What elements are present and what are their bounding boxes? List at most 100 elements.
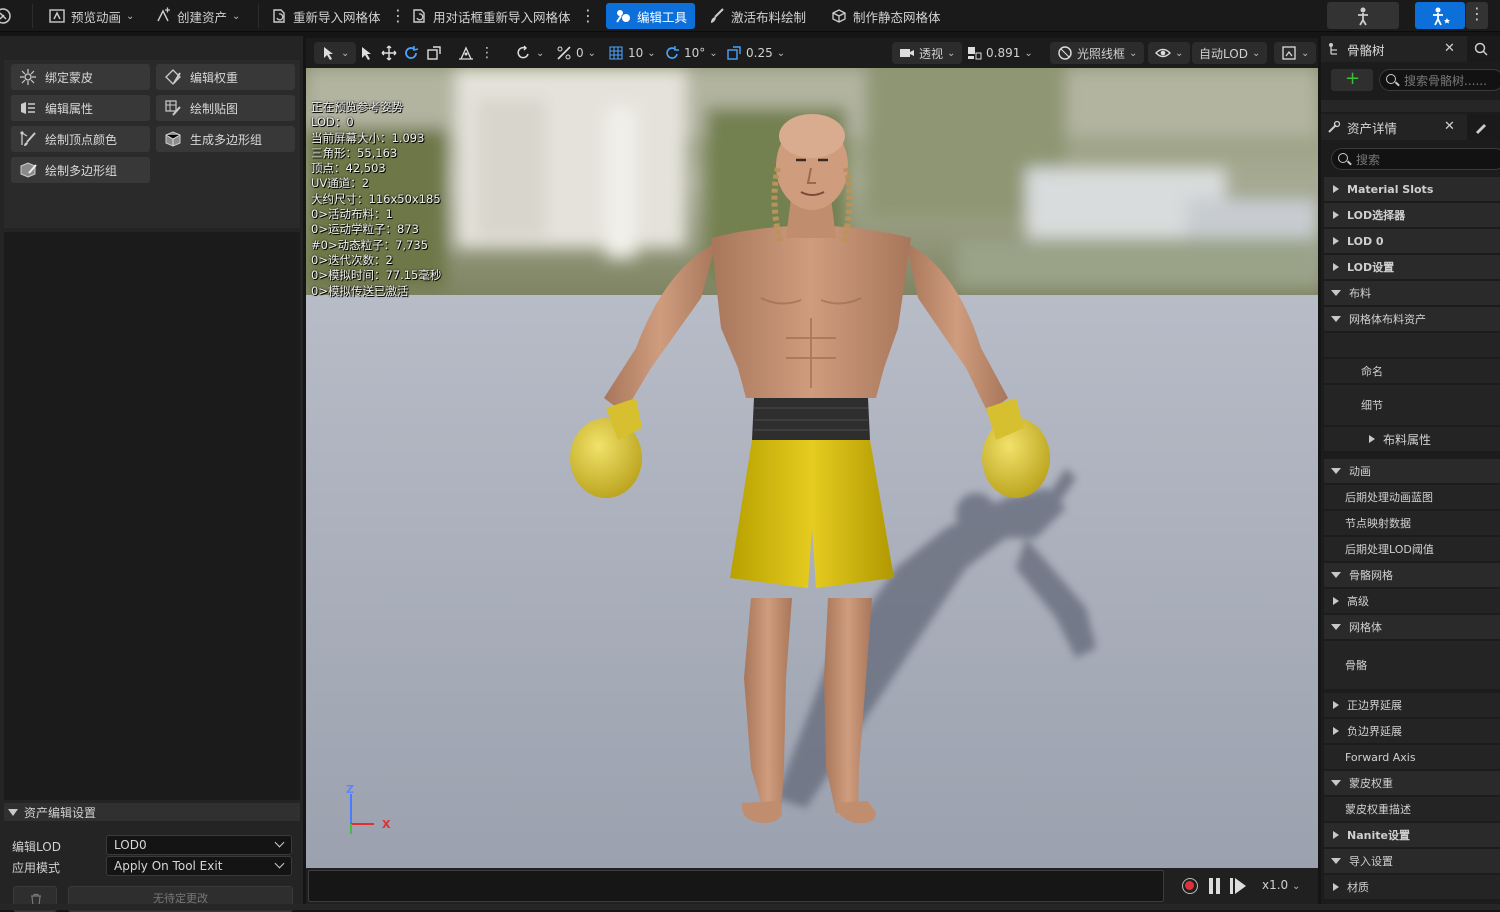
reimport-mesh-label: 重新导入网格体	[293, 9, 381, 25]
row-negative-bounds-extension[interactable]: 负边界延展	[1324, 719, 1500, 743]
view-mode-dropdown[interactable]: 透视 ⌄	[892, 42, 963, 64]
tab-asset-details[interactable]: 资产详情	[1327, 114, 1397, 140]
generate-polygroups-label: 生成多边形组	[190, 132, 263, 147]
mesh-mode-button[interactable]	[1415, 2, 1465, 29]
edit-attributes-button[interactable]: 编辑属性	[11, 95, 150, 121]
make-static-mesh-button[interactable]: 制作静态网格体	[830, 3, 941, 29]
row-animation[interactable]: 动画	[1324, 459, 1500, 483]
translate-tool-icon[interactable]	[381, 42, 397, 64]
row-details[interactable]: 细节	[1324, 385, 1500, 425]
close-icon[interactable]: ✕	[1444, 41, 1455, 56]
row-skeletal-mesh[interactable]: 骨骼网格	[1324, 563, 1500, 587]
lighting-mode-dropdown[interactable]: 光照线框 ⌄	[1050, 42, 1145, 64]
rotate-tool-icon[interactable]	[403, 42, 419, 64]
row-mesh[interactable]: 网格体	[1324, 615, 1500, 639]
playback-speed-dropdown[interactable]: x1.0 ⌄	[1262, 878, 1300, 892]
panel-splitter[interactable]	[1321, 100, 1500, 112]
row-cloth-config[interactable]: 布料属性	[1324, 427, 1500, 451]
skeleton-search-input[interactable]: 搜索骨骼树......	[1379, 69, 1500, 91]
lod-dropdown[interactable]: 自动LOD ⌄	[1192, 42, 1268, 64]
asset-edit-settings-header[interactable]: 资产编辑设置	[4, 803, 300, 821]
angle-snap-dropdown[interactable]: 10° ⌄	[664, 42, 718, 64]
row-clothing-asset-entry[interactable]	[1324, 333, 1500, 357]
row-advanced[interactable]: 高级	[1324, 589, 1500, 613]
row-name[interactable]: 命名	[1324, 359, 1500, 383]
skeleton-mode-icon	[1358, 7, 1368, 26]
scene-view[interactable]: Z X 正在预览参考姿势 LOD：0 当前屏幕大小：1.093 三角形：55,1…	[306, 68, 1318, 868]
timeline-scrub-area[interactable]	[308, 870, 1164, 902]
select-tool-icon[interactable]	[358, 42, 374, 64]
tab-skeleton-tree[interactable]: 骨骼树	[1327, 36, 1385, 62]
paint-polygroups-button[interactable]: 绘制多边形组	[11, 157, 150, 183]
select-mode-dropdown[interactable]: ⌄	[314, 42, 357, 64]
paint-vertex-color-button[interactable]: 绘制顶点颜色	[11, 126, 150, 152]
row-skin-weight-profiles[interactable]: 蒙皮权重描述	[1324, 797, 1500, 821]
row-nanite-settings[interactable]: Nanite设置	[1324, 823, 1500, 847]
scale-tool-icon[interactable]	[426, 42, 442, 64]
row-skin-weights[interactable]: 蒙皮权重	[1324, 771, 1500, 795]
edit-tools-button[interactable]: 编辑工具	[606, 3, 696, 29]
row-lod0[interactable]: LOD 0	[1324, 229, 1500, 253]
scale-snap-icon	[727, 46, 741, 60]
scene-render	[306, 68, 1318, 868]
row-lod-settings[interactable]: LOD设置	[1324, 255, 1500, 279]
tab-dock-neighbor[interactable]	[1467, 36, 1500, 62]
stat-line: 0>迭代次数：2	[311, 252, 393, 267]
layout-dropdown[interactable]: ⌄	[1274, 42, 1317, 64]
row-post-process-lod-threshold[interactable]: 后期处理LOD阈值	[1324, 537, 1500, 561]
paint-maps-button[interactable]: 绘制贴图	[156, 95, 295, 121]
edit-lod-select[interactable]: LOD0	[106, 835, 292, 855]
row-skeleton[interactable]: 骨骼	[1324, 641, 1500, 689]
play-icon	[1235, 878, 1246, 894]
edit-tools-label: 编辑工具	[637, 9, 688, 25]
generate-polygroups-button[interactable]: 生成多边形组	[156, 126, 295, 152]
grid-snap-dropdown[interactable]: 10 ⌄	[608, 42, 656, 64]
skeleton-tree-icon	[1329, 43, 1337, 55]
tab-dock-neighbor[interactable]	[1467, 114, 1500, 140]
bind-skin-button[interactable]: 绑定蒙皮	[11, 64, 150, 90]
row-mesh-clothing-assets[interactable]: 网格体布料资产	[1324, 307, 1500, 331]
screen-percentage-dropdown[interactable]: 0.891 ⌄	[966, 42, 1033, 64]
row-positive-bounds-extension[interactable]: 正边界延展	[1324, 693, 1500, 717]
row-materials[interactable]: 材质	[1324, 875, 1500, 899]
activate-cloth-paint-button[interactable]: 激活布料绘制	[708, 3, 806, 29]
apply-mode-select[interactable]: Apply On Tool Exit	[106, 856, 292, 876]
record-button[interactable]	[1182, 878, 1198, 894]
viewport-more-icon[interactable]: ⋮	[480, 42, 494, 64]
paint-polygroups-icon	[20, 162, 37, 178]
viewport[interactable]: ⌄ ⋮ ⌄ 0 ⌄ 10 ⌄ 10° ⌄ 0.25 ⌄ 透视 ⌄ 0.891 ⌄…	[306, 38, 1318, 904]
record-icon	[1185, 881, 1194, 890]
show-flags-dropdown[interactable]: ⌄	[1148, 42, 1191, 64]
more-options-icon[interactable]: ⋮	[580, 3, 596, 29]
mode-options-icon[interactable]: ⋮	[1466, 2, 1488, 29]
skeleton-mode-button[interactable]	[1327, 2, 1399, 29]
row-material-slots[interactable]: Material Slots	[1324, 177, 1500, 201]
row-lod-picker[interactable]: LOD选择器	[1324, 203, 1500, 227]
pause-button[interactable]	[1208, 878, 1222, 894]
stat-line: 三角形：55,163	[311, 145, 398, 160]
row-forward-axis[interactable]: Forward Axis	[1324, 745, 1500, 769]
scale-snap-dropdown[interactable]: 0.25 ⌄	[726, 42, 785, 64]
stat-line: 0>活动布料：1	[311, 207, 393, 222]
details-search-input[interactable]: 搜索	[1331, 148, 1500, 170]
row-import-settings[interactable]: 导入设置	[1324, 849, 1500, 873]
row-post-process-anim-bp[interactable]: 后期处理动画蓝图	[1324, 485, 1500, 509]
rotation-snap-toggle[interactable]: ⌄	[516, 42, 544, 64]
apply-mode-value: Apply On Tool Exit	[114, 859, 223, 873]
close-icon[interactable]: ✕	[1444, 119, 1455, 134]
asset-edit-settings-title: 资产编辑设置	[24, 805, 97, 820]
step-forward-button[interactable]	[1230, 878, 1246, 894]
stat-line: 0>模拟传送已激活	[311, 283, 409, 298]
create-asset-button[interactable]: 创建资产 ⌄	[154, 3, 240, 29]
snap-offset-dropdown[interactable]: 0 ⌄	[556, 42, 596, 64]
more-options-icon[interactable]: ⋮	[390, 3, 406, 29]
row-clothing[interactable]: 布料	[1324, 281, 1500, 305]
preview-animation-button[interactable]: 预览动画 ⌄	[48, 3, 134, 29]
reimport-mesh-button[interactable]: 重新导入网格体	[270, 3, 381, 29]
reimport-dialog-button[interactable]: 用对话框重新导入网格体	[410, 3, 571, 29]
app-logo-icon	[0, 3, 12, 29]
add-bone-button[interactable]: +	[1331, 68, 1373, 91]
edit-weights-button[interactable]: 编辑权重	[156, 64, 295, 90]
surface-snap-icon[interactable]	[458, 42, 474, 64]
row-node-mapping-data[interactable]: 节点映射数据	[1324, 511, 1500, 535]
